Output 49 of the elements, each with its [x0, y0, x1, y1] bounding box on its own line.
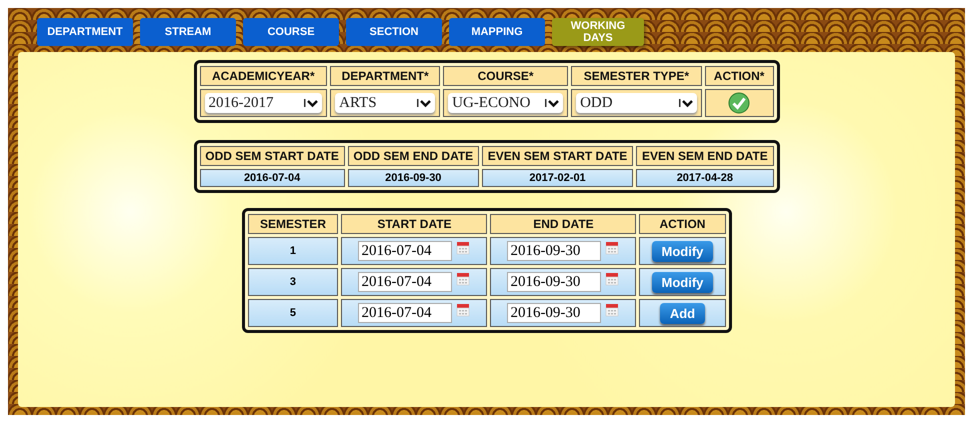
date-field[interactable]: 2016-07-04 — [358, 241, 452, 261]
action-button[interactable]: Modify — [652, 272, 714, 292]
column-header: COURSE* — [443, 66, 568, 86]
action-button[interactable]: Modify — [652, 240, 714, 262]
date-field[interactable]: 2016-07-04 — [358, 272, 452, 292]
caret-icon — [417, 98, 432, 108]
tab[interactable]: COURSE — [243, 18, 339, 46]
date-field[interactable]: 2016-09-30 — [507, 303, 602, 323]
table-cell: 3 — [248, 268, 338, 296]
dropdown[interactable]: ARTS — [335, 93, 436, 113]
caret-icon — [545, 98, 560, 108]
tab[interactable]: MAPPING — [449, 18, 545, 46]
table-cell: 2016-09-30 — [348, 169, 479, 187]
calendar-icon[interactable] — [605, 241, 620, 255]
calendar-icon[interactable] — [456, 241, 470, 255]
table-cell: 2017-02-01 — [482, 169, 634, 187]
column-header: SEMESTER TYPE* — [571, 66, 702, 86]
date-field[interactable]: 2016-09-30 — [507, 272, 602, 292]
column-header: SEMESTER — [248, 214, 338, 234]
tab[interactable]: DEPARTMENT — [37, 18, 133, 46]
table-cell: 5 — [248, 299, 338, 327]
dropdown[interactable]: ODD — [576, 93, 697, 113]
table-cell: 2016-07-04 — [200, 169, 345, 187]
date-field[interactable]: 2016-07-04 — [358, 303, 452, 323]
column-header: ACTION* — [704, 66, 774, 86]
column-header: DEPARTMENT* — [330, 66, 440, 86]
dropdown[interactable]: UG-ECONO — [448, 93, 564, 113]
column-header: START DATE — [341, 214, 488, 234]
column-header: ODD SEM END DATE — [348, 146, 479, 166]
checkmark-icon[interactable] — [728, 92, 750, 114]
column-header: ODD SEM START DATE — [200, 146, 345, 166]
caret-icon — [678, 98, 693, 108]
date-field[interactable]: 2016-09-30 — [507, 241, 602, 261]
caret-icon — [304, 98, 318, 108]
table-cell: 1 — [248, 237, 338, 265]
tab[interactable]: STREAM — [140, 18, 236, 46]
calendar-icon[interactable] — [605, 303, 620, 317]
action-button[interactable]: Add — [660, 302, 706, 324]
column-header: EVEN SEM END DATE — [636, 146, 774, 166]
calendar-icon[interactable] — [456, 272, 470, 286]
column-header: END DATE — [490, 214, 636, 234]
dropdown[interactable]: 2016-2017 — [204, 93, 322, 113]
column-header: ACADEMICYEAR* — [200, 66, 328, 86]
table-cell: 2017-04-28 — [636, 169, 774, 187]
tab[interactable]: SECTION — [346, 18, 442, 46]
calendar-icon[interactable] — [456, 303, 470, 317]
calendar-icon[interactable] — [605, 272, 620, 286]
column-header: ACTION — [639, 214, 726, 234]
column-header: EVEN SEM START DATE — [482, 146, 634, 166]
